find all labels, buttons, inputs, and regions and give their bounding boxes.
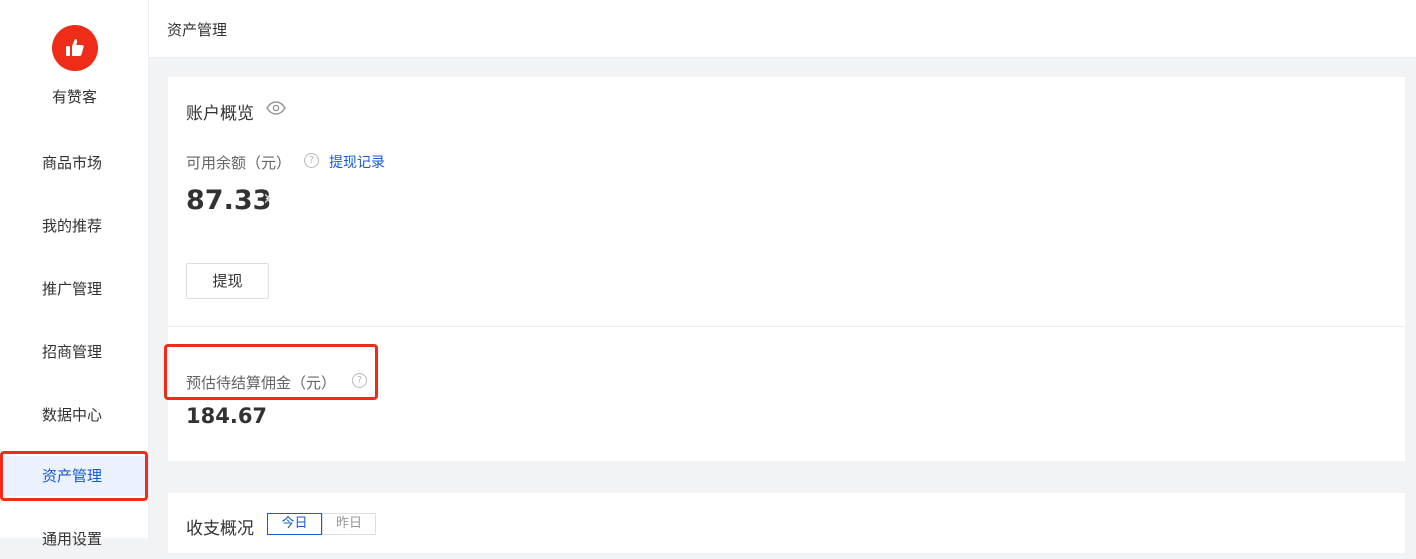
tab-yesterday[interactable]: 昨日	[322, 513, 376, 535]
help-icon[interactable]: ?	[352, 373, 367, 388]
thumbs-up-logo-icon	[52, 25, 98, 71]
tab-today[interactable]: 今日	[267, 513, 322, 535]
breadcrumb: 资产管理	[167, 21, 228, 39]
sidebar: 有赞客 商品市场 我的推荐 推广管理 招商管理 数据中心 资产管理 通用设置	[0, 0, 149, 548]
divider	[168, 326, 1405, 327]
pending-commission-label: 预估待结算佣金（元）	[186, 374, 337, 392]
account-overview-card: 账户概览 可用余额（元） ? 提现记录 87.33 › 提现 预估待结算佣金（元…	[164, 77, 1405, 461]
sidebar-item-product-market[interactable]: 商品市场	[0, 143, 149, 183]
help-icon[interactable]: ?	[304, 153, 319, 168]
balance-label: 可用余额（元）	[186, 154, 292, 172]
sidebar-item-my-recommendations[interactable]: 我的推荐	[0, 206, 149, 246]
sidebar-item-promotion-management[interactable]: 推广管理	[0, 269, 149, 309]
sidebar-item-merchant-management[interactable]: 招商管理	[0, 332, 149, 372]
chevron-right-icon[interactable]: ›	[263, 186, 272, 211]
sidebar-item-general-settings[interactable]: 通用设置	[0, 519, 149, 559]
withdraw-button[interactable]: 提现	[186, 263, 269, 299]
withdraw-record-link[interactable]: 提现记录	[329, 152, 385, 172]
eye-icon[interactable]	[266, 100, 286, 119]
income-overview-title: 收支概况	[186, 519, 254, 539]
balance-amount: 87.33	[186, 185, 272, 216]
brand-name: 有赞客	[51, 88, 97, 106]
sidebar-item-data-center[interactable]: 数据中心	[0, 395, 149, 435]
income-overview-card: 收支概况 今日 昨日	[168, 493, 1405, 553]
pending-commission-amount: 184.67	[186, 404, 268, 428]
sidebar-item-asset-management[interactable]: 资产管理	[0, 456, 149, 496]
topbar: 资产管理	[149, 0, 1416, 58]
account-overview-title: 账户概览	[186, 104, 254, 124]
